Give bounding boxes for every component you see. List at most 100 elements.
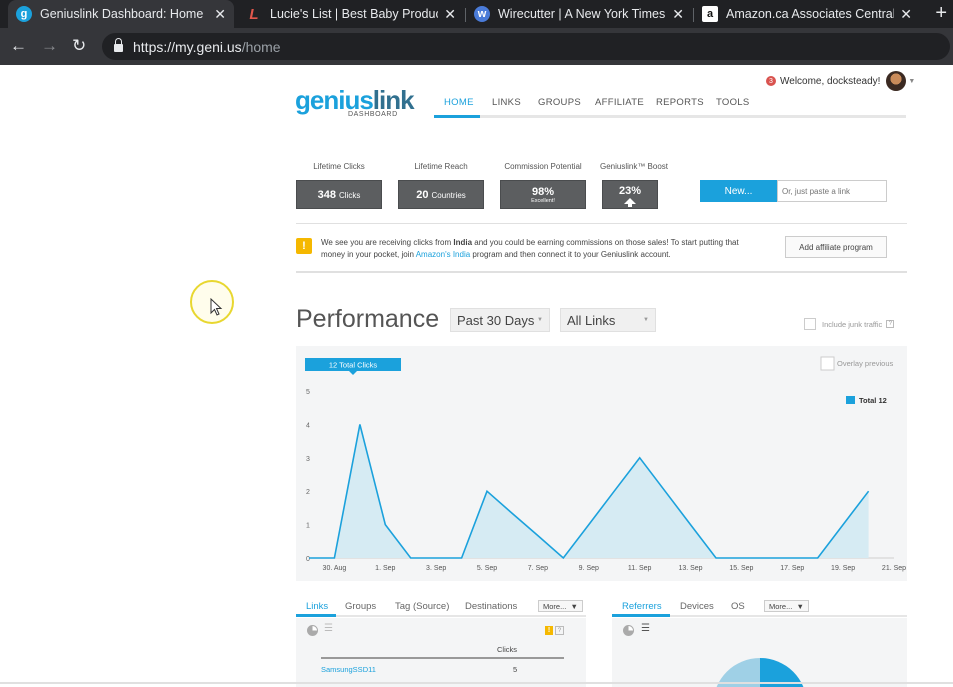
lifetime-reach-unit: Countries	[431, 190, 466, 200]
x-tick-label: 9. Sep	[579, 565, 599, 572]
boost-label: Geniuslink™ Boost	[599, 162, 669, 171]
tab-devices[interactable]: Devices	[680, 601, 714, 612]
links-panel: ☰ ! ? Clicks SamsungSSD11 5	[296, 618, 586, 687]
legend-swatch	[846, 396, 855, 404]
commission-potential-label: Commission Potential	[504, 162, 582, 171]
notification-badge[interactable]: 3	[766, 76, 776, 86]
links-more-dropdown[interactable]: More... ▼	[538, 600, 583, 612]
links-panel-tabs: Links Groups Tag (Source) Destinations M…	[296, 599, 586, 617]
tab-title: Lucie's List | Best Baby Products	[270, 7, 439, 21]
close-icon[interactable]: ✕	[672, 6, 684, 23]
commission-value: 98%	[531, 185, 555, 198]
lifetime-clicks-label: Lifetime Clicks	[313, 162, 365, 171]
y-tick-label: 3	[306, 456, 310, 463]
nav-home[interactable]: HOME	[444, 97, 474, 108]
tab-amazon-associates[interactable]: a Amazon.ca Associates Central - E ✕	[694, 0, 920, 28]
x-tick-label: 13. Sep	[678, 565, 702, 572]
new-link-button[interactable]: New...	[700, 180, 777, 202]
column-divider	[321, 657, 564, 659]
boost-box[interactable]: 23%	[602, 180, 658, 209]
x-tick-label: 19. Sep	[831, 565, 855, 572]
nav-reports[interactable]: REPORTS	[656, 97, 704, 108]
nav-affiliate[interactable]: AFFILIATE	[595, 97, 644, 108]
x-tick-label: 11. Sep	[628, 565, 652, 572]
tab-referrers[interactable]: Referrers	[622, 601, 662, 612]
badge-pointer	[349, 371, 357, 375]
commission-potential-box[interactable]: 98% Excellent!	[500, 180, 586, 209]
help-icon[interactable]: ?	[886, 320, 895, 328]
geniuslink-logo[interactable]: geniuslink DASHBOARD	[295, 85, 415, 118]
forward-arrow-icon[interactable]: →	[41, 36, 58, 56]
mouse-cursor-icon	[210, 298, 223, 316]
pie-chart-icon[interactable]	[307, 625, 318, 636]
junk-traffic-checkbox[interactable]	[804, 318, 816, 330]
y-tick-label: 4	[306, 422, 310, 429]
geniuslink-favicon-icon: g	[16, 6, 32, 22]
url-host: https://my.geni.us	[133, 38, 242, 55]
nav-groups[interactable]: GROUPS	[538, 97, 581, 108]
url-field[interactable]: https://my.geni.us/home	[102, 33, 950, 60]
clicks-area	[309, 424, 869, 558]
tab-lucies-list[interactable]: L Lucie's List | Best Baby Products ✕	[238, 0, 464, 28]
x-tick-label: 17. Sep	[780, 565, 804, 572]
referrers-pie-chart	[716, 658, 804, 687]
close-icon[interactable]: ✕	[900, 6, 912, 23]
browser-tab-bar: g Geniuslink Dashboard: Home ✕ L Lucie's…	[0, 0, 953, 28]
lifetime-clicks-unit: Clicks	[339, 190, 361, 200]
tab-title: Geniuslink Dashboard: Home	[40, 7, 204, 21]
close-icon[interactable]: ✕	[214, 6, 226, 23]
tab-groups[interactable]: Groups	[345, 601, 376, 612]
tab-title: Wirecutter | A New York Times Co	[498, 7, 667, 21]
arrow-up-icon	[624, 198, 636, 207]
tab-tag-source[interactable]: Tag (Source)	[395, 601, 449, 612]
warning-icon: !	[296, 238, 312, 254]
avatar[interactable]	[886, 71, 907, 91]
paste-link-input[interactable]	[777, 180, 887, 202]
legend-label[interactable]: Total 12	[859, 396, 887, 405]
nav-links[interactable]: LINKS	[492, 97, 521, 108]
y-tick-label: 5	[306, 389, 310, 396]
referrers-more-dropdown[interactable]: More... ▼	[764, 600, 809, 612]
date-range-value: Past 30 Days	[457, 312, 535, 328]
close-icon[interactable]: ✕	[444, 6, 456, 23]
list-icon[interactable]: ☰	[324, 623, 333, 634]
nav-tools[interactable]: TOOLS	[716, 97, 750, 108]
user-menu[interactable]: 3 Welcome, docksteady! ▼	[766, 71, 915, 91]
performance-chart: 0 1 2 3 4 5 30. Aug 1. Sep 3. Sep 5. Sep 7. Sep 9. …	[296, 346, 907, 581]
lifetime-clicks-box[interactable]: 348 Clicks	[296, 180, 382, 209]
lifetime-reach-value: 20	[416, 188, 429, 201]
amazon-india-link[interactable]: Amazon's India	[416, 250, 470, 259]
divider	[296, 223, 907, 224]
lock-icon	[114, 38, 123, 52]
link-row-clicks: 5	[513, 665, 518, 674]
welcome-text: Welcome, docksteady!	[780, 75, 881, 87]
commission-rating: Excellent!	[531, 197, 555, 204]
link-filter-select[interactable]: All Links ▼	[560, 308, 656, 332]
help-icon[interactable]: ?	[555, 626, 564, 635]
url-path: /home	[241, 38, 281, 55]
back-arrow-icon[interactable]: ←	[10, 36, 27, 56]
lifetime-reach-box[interactable]: 20 Countries	[398, 180, 484, 209]
add-affiliate-program-button[interactable]: Add affiliate program	[785, 236, 887, 258]
chevron-down-icon: ▼	[537, 317, 543, 323]
tab-links[interactable]: Links	[306, 601, 328, 612]
chart-svg: 0 1 2 3 4 5 30. Aug 1. Sep 3. Sep 5. Sep 7. Sep 9. …	[305, 356, 906, 572]
tab-os[interactable]: OS	[731, 601, 745, 612]
chevron-down-icon[interactable]: ▼	[908, 78, 915, 85]
tab-geniuslink[interactable]: g Geniuslink Dashboard: Home ✕	[8, 0, 234, 28]
overlay-previous-checkbox[interactable]	[820, 356, 835, 371]
reload-icon[interactable]: ↻	[72, 36, 86, 56]
amazon-favicon-icon: a	[702, 6, 718, 22]
date-range-select[interactable]: Past 30 Days ▼	[450, 308, 550, 332]
tab-active-indicator	[296, 614, 336, 617]
link-row-name[interactable]: SamsungSSD11	[321, 665, 376, 674]
x-tick-label: 1. Sep	[375, 565, 395, 572]
tab-title: Amazon.ca Associates Central - E	[726, 7, 895, 21]
overlay-previous-label: Overlay previous	[837, 359, 894, 368]
new-tab-icon[interactable]: +	[935, 2, 947, 25]
performance-title: Performance	[296, 305, 440, 333]
junk-traffic-label: Include junk traffic	[822, 319, 883, 329]
tab-destinations[interactable]: Destinations	[465, 601, 517, 612]
tab-wirecutter[interactable]: w Wirecutter | A New York Times Co ✕	[466, 0, 692, 28]
main-nav: HOME LINKS GROUPS AFFILIATE REPORTS TOOL…	[434, 91, 906, 118]
